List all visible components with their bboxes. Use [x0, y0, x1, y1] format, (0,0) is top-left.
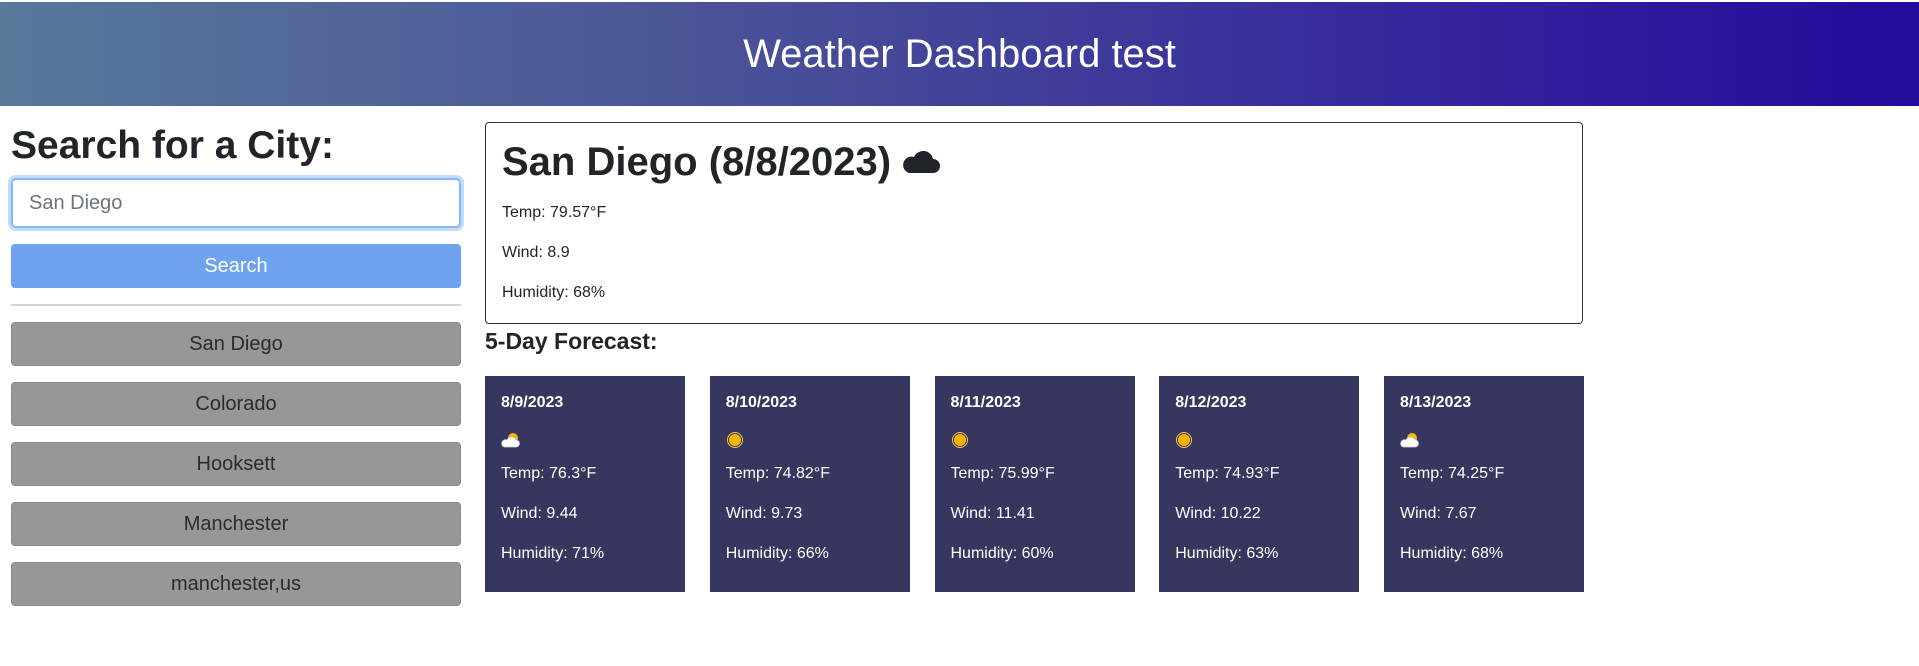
- forecast-wind: Wind: 7.67: [1400, 505, 1477, 522]
- divider: [11, 304, 461, 306]
- history-button-colorado[interactable]: Colorado: [11, 382, 461, 426]
- forecast-date: 8/11/2023: [950, 394, 1021, 411]
- forecast-cards: 8/9/2023 Temp: 76.3°F Wind: 9.44 Humidit…: [485, 376, 1584, 592]
- history-button-hooksett[interactable]: Hooksett: [11, 442, 461, 486]
- forecast-humidity: Humidity: 68%: [1400, 545, 1504, 562]
- current-city-date: San Diego (8/8/2023): [502, 140, 892, 184]
- forecast-humidity: Humidity: 66%: [725, 545, 829, 562]
- sidebar: Search for a City: Search San Diego Colo…: [11, 122, 461, 622]
- search-button[interactable]: Search: [11, 244, 461, 288]
- forecast-date: 8/12/2023: [1175, 394, 1247, 411]
- forecast-card: 8/13/2023 Temp: 74.25°F Wind: 7.67 Humid…: [1384, 376, 1584, 592]
- sun-icon: [726, 428, 894, 452]
- forecast-temp: Temp: 75.99°F: [950, 465, 1055, 482]
- history-button-manchester[interactable]: Manchester: [11, 502, 461, 546]
- forecast-temp: Temp: 76.3°F: [501, 465, 597, 482]
- forecast-card: 8/10/2023 Temp: 74.82°F Wind: 9.73 Humid…: [709, 376, 910, 592]
- forecast-humidity: Humidity: 71%: [501, 545, 605, 562]
- current-wind: Wind: 8.9: [502, 244, 570, 261]
- forecast-card: 8/9/2023 Temp: 76.3°F Wind: 9.44 Humidit…: [485, 376, 685, 592]
- forecast-card: 8/12/2023 Temp: 74.93°F Wind: 10.22 Humi…: [1159, 376, 1360, 592]
- forecast-humidity: Humidity: 63%: [1175, 545, 1279, 562]
- forecast-date: 8/9/2023: [501, 394, 564, 411]
- forecast-wind: Wind: 9.73: [725, 505, 803, 522]
- page-title: Weather Dashboard test: [743, 31, 1176, 76]
- current-humidity: Humidity: 68%: [502, 284, 606, 301]
- forecast-humidity: Humidity: 60%: [950, 545, 1054, 562]
- current-temp: Temp: 79.57°F: [502, 204, 607, 221]
- current-weather-title: San Diego (8/8/2023): [502, 137, 1566, 187]
- forecast-temp: Temp: 74.93°F: [1175, 465, 1280, 482]
- current-weather-panel: San Diego (8/8/2023) Temp: 79.57°F Wind:…: [485, 122, 1583, 324]
- forecast-title: 5-Day Forecast:: [485, 328, 658, 354]
- forecast-date: 8/13/2023: [1400, 394, 1472, 411]
- history-button-san-diego[interactable]: San Diego: [11, 322, 461, 366]
- partly-cloudy-icon: [501, 428, 669, 452]
- forecast-temp: Temp: 74.82°F: [725, 465, 830, 482]
- sun-icon: [951, 428, 1119, 452]
- search-heading: Search for a City:: [11, 124, 334, 167]
- forecast-date: 8/10/2023: [725, 394, 797, 411]
- forecast-wind: Wind: 10.22: [1175, 505, 1261, 522]
- header: Weather Dashboard test: [0, 2, 1919, 106]
- forecast-wind: Wind: 11.41: [950, 505, 1035, 522]
- forecast-card: 8/11/2023 Temp: 75.99°F Wind: 11.41 Humi…: [934, 376, 1135, 592]
- history-button-manchester-us[interactable]: manchester,us: [11, 562, 461, 606]
- sun-icon: [1175, 428, 1343, 452]
- city-search-input[interactable]: [11, 178, 461, 228]
- forecast-wind: Wind: 9.44: [501, 505, 578, 522]
- forecast-temp: Temp: 74.25°F: [1400, 465, 1505, 482]
- partly-cloudy-icon: [1400, 428, 1568, 452]
- cloud-icon: [901, 137, 941, 187]
